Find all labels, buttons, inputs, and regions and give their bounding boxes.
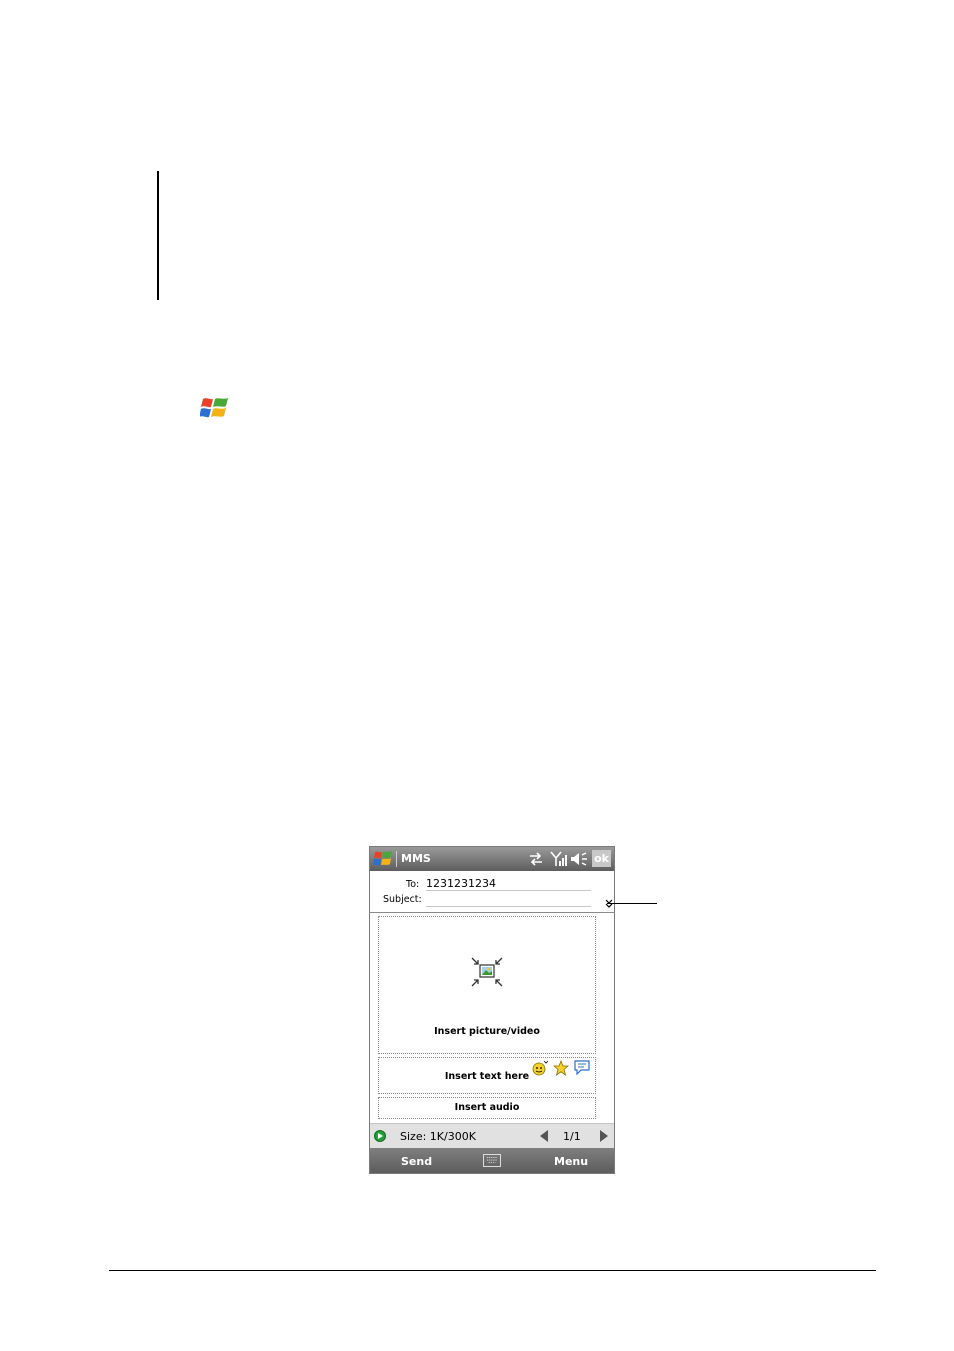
app-title: MMS [401,852,431,865]
soft-key-bar: Send Menu [370,1148,614,1173]
callout-line [607,903,657,904]
title-separator [396,851,397,867]
subject-label: Subject: [383,894,422,905]
margin-bar [157,171,159,300]
page-indicator: 1/1 [563,1130,581,1143]
play-icon[interactable] [374,1130,386,1142]
title-bar: MMS ok [370,847,614,871]
message-header: To: 1231231234 Subject: [370,871,614,913]
signal-icon[interactable] [550,851,567,867]
ok-button[interactable]: ok [592,850,611,867]
audio-slot[interactable]: Insert audio [378,1097,596,1119]
status-bar: Size: 1K/300K 1/1 [370,1123,614,1149]
speaker-icon[interactable] [570,851,588,867]
footer-rule [109,1270,876,1271]
subject-field[interactable] [426,893,591,905]
picture-slot-label: Insert picture/video [434,1026,540,1037]
to-field[interactable]: 1231231234 [426,877,496,890]
send-softkey[interactable]: Send [401,1155,432,1168]
windows-start-icon[interactable] [373,850,393,868]
sync-icon[interactable] [528,852,544,866]
audio-slot-label: Insert audio [454,1102,520,1113]
windows-start-icon [200,398,228,418]
text-slot[interactable]: Insert text here [378,1057,596,1094]
next-page-arrow-icon[interactable] [600,1130,608,1142]
size-readout: Size: 1K/300K [400,1130,476,1143]
speech-bubble-icon[interactable] [573,1060,591,1075]
to-label: To: [406,879,420,890]
picture-icon [471,957,503,987]
emoticon-icon[interactable] [532,1060,548,1076]
keyboard-icon[interactable] [483,1154,501,1167]
to-underline [426,890,591,891]
picture-slot[interactable]: Insert picture/video [378,916,596,1054]
phone-screen: MMS ok To: 1231231234 Subject: Insert pi… [369,846,615,1174]
subject-underline [426,906,591,907]
previous-page-arrow-icon[interactable] [540,1130,548,1142]
menu-softkey[interactable]: Menu [554,1155,588,1168]
star-icon[interactable] [553,1060,569,1076]
